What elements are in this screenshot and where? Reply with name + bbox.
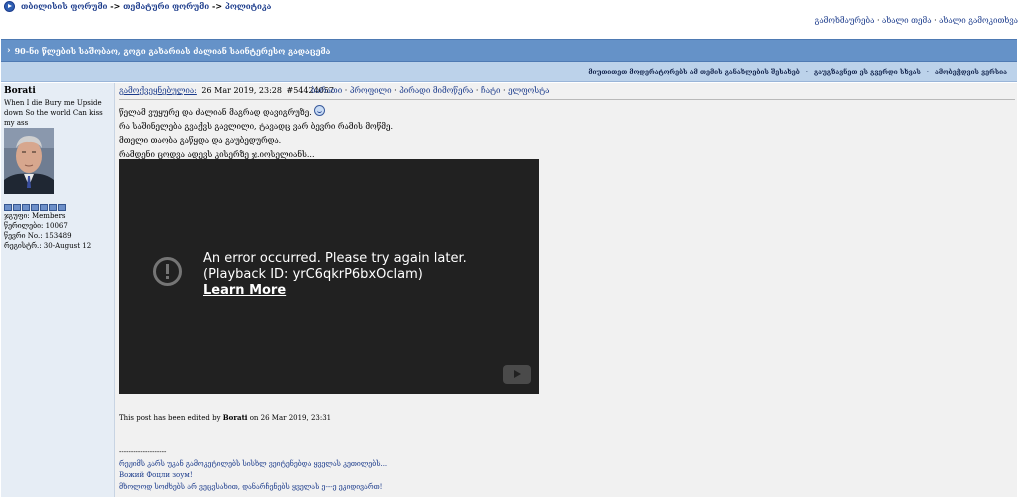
signature-divider: -------------------- <box>119 448 167 456</box>
print-version-link[interactable]: ამობეჭდვის ვერსია <box>935 68 1007 76</box>
edited-suffix: on 26 Mar 2019, 23:31 <box>249 414 332 422</box>
breadcrumb-forum[interactable]: თბილისის ფორუმი <box>21 1 107 11</box>
error-icon <box>153 257 182 286</box>
chat-link[interactable]: ჩატი <box>481 86 500 95</box>
divider <box>119 99 1015 100</box>
sep: · <box>934 16 937 25</box>
author-stats: ჯგუფი: Members წერილები: 10067 წევრი No.… <box>4 211 91 251</box>
post-line: მთელი თაობა გაწყდა და გაუბედურდა. <box>119 136 282 145</box>
learn-more-link[interactable]: Learn More <box>203 283 467 299</box>
topic-arrow-icon: › <box>7 45 11 56</box>
breadcrumb-sep: -> <box>110 1 121 11</box>
avatar <box>4 128 54 194</box>
signature-line: Вожий Фоцли зоум! <box>119 471 193 479</box>
rank-stars <box>4 204 66 211</box>
video-error-message: An error occurred. Please try again late… <box>203 251 467 299</box>
author-column: Borati When I die Bury me Upside down So… <box>1 83 115 497</box>
author-group: ჯგუფი: Members <box>4 212 66 220</box>
sep: · <box>503 86 506 95</box>
signature: -------------------- რეჟიმს კარს უკან გა… <box>119 447 387 493</box>
private-message-link[interactable]: პირადი მიმოწერა <box>399 86 473 95</box>
topic-title-bar: › 90-ნი წლების საშობაო, გოგი გახარიას ძა… <box>1 39 1017 62</box>
edited-prefix: This post has been edited by <box>119 414 221 422</box>
post-line: რა საშინელება გვაქვს გავლილი, ტავადც ვარ… <box>119 122 394 131</box>
edited-note: This post has been edited by Borati on 2… <box>119 413 331 422</box>
signature-line: მხოლოდ სოძხებს არ ვეცვსახით, დანარჩენებს… <box>119 482 383 491</box>
sep: · <box>926 67 929 76</box>
author-registered: რეგისტრ.: 30-August 12 <box>4 242 92 250</box>
author-posts: წერილები: 10067 <box>4 222 68 230</box>
notify-moderators-link[interactable]: მიუთითეთ მოდერატორებს ამ თემის განახლები… <box>588 68 800 76</box>
author-member-no: წევრი No.: 153489 <box>4 232 72 240</box>
edited-by: Borati <box>222 413 248 422</box>
posted-label[interactable]: გამოქვეყნებულია: <box>119 86 197 95</box>
email-link[interactable]: ელფოსტა <box>508 86 549 95</box>
author-tagline: When I die Bury me Upside down So the wo… <box>4 99 103 127</box>
video-error-line2: (Playback ID: yrC6qkrP6bxOclam) <box>203 267 423 282</box>
new-topic-link[interactable]: ახალი თემა <box>882 16 931 25</box>
topic-actions: გამოხმაურება · ახალი თემა · ახალი გამოკი… <box>815 16 1018 25</box>
rank-star-icon <box>4 204 12 211</box>
breadcrumb-thematic[interactable]: თემატური ფორუმი <box>123 1 209 11</box>
topic-options-bar: მიუთითეთ მოდერატორებს ამ თემის განახლები… <box>1 62 1017 82</box>
breadcrumb-sep: -> <box>212 1 223 11</box>
rank-star-icon <box>13 204 21 211</box>
youtube-logo-icon[interactable] <box>503 365 531 384</box>
author-name[interactable]: Borati <box>4 86 36 96</box>
sep: · <box>394 86 397 95</box>
profile-link[interactable]: პროფილი <box>350 86 392 95</box>
topic-title: 90-ნი წლების საშობაო, გოგი გახარიას ძალი… <box>14 45 331 56</box>
post-body: წელამ ვუყურე და ძალიან მაგრად დავიგრუზე.… <box>119 105 679 162</box>
breadcrumb-politics[interactable]: პოლიტიკა <box>225 1 272 11</box>
breadcrumb: თბილისის ფორუმი -> თემატური ფორუმი -> პო… <box>4 0 271 12</box>
rank-star-icon <box>58 204 66 211</box>
sep: · <box>876 16 880 25</box>
smiley-icon <box>313 105 325 116</box>
sep: · <box>475 86 479 95</box>
reply-link[interactable]: გამოხმაურება <box>815 16 875 25</box>
author-links: ბარათი · პროფილი · პირადი მიმოწერა · ჩატ… <box>311 86 549 95</box>
new-poll-link[interactable]: ახალი გამოკითხვა <box>939 16 1018 25</box>
post: Borati When I die Bury me Upside down So… <box>1 83 1017 497</box>
post-line: წელამ ვუყურე და ძალიან მაგრად დავიგრუზე. <box>119 105 679 120</box>
embedded-video[interactable]: An error occurred. Please try again late… <box>119 159 539 394</box>
forum-nav-icon <box>4 0 15 12</box>
signature-line: რეჟიმს კარს უკან გამოკეტილებს სისხლ ვეიტ… <box>119 459 388 468</box>
rank-star-icon <box>49 204 57 211</box>
video-error-line1: An error occurred. Please try again late… <box>203 251 467 266</box>
post-line-text: წელამ ვუყურე და ძალიან მაგრად დავიგრუზე. <box>119 108 312 117</box>
post-header: გამოქვეყნებულია: 26 Mar 2019, 23:28 #544… <box>119 86 1015 98</box>
rank-star-icon <box>22 204 30 211</box>
post-date: 26 Mar 2019, 23:28 <box>201 86 282 95</box>
sep: · <box>344 86 348 95</box>
rank-star-icon <box>40 204 48 211</box>
sep: · <box>805 67 808 76</box>
send-page-link[interactable]: გაუგზავნეთ ეს გვერდი სხვას <box>814 68 921 76</box>
avatar-portrait-icon <box>4 128 54 194</box>
rank-star-icon <box>31 204 39 211</box>
card-link[interactable]: ბარათი <box>311 86 342 95</box>
